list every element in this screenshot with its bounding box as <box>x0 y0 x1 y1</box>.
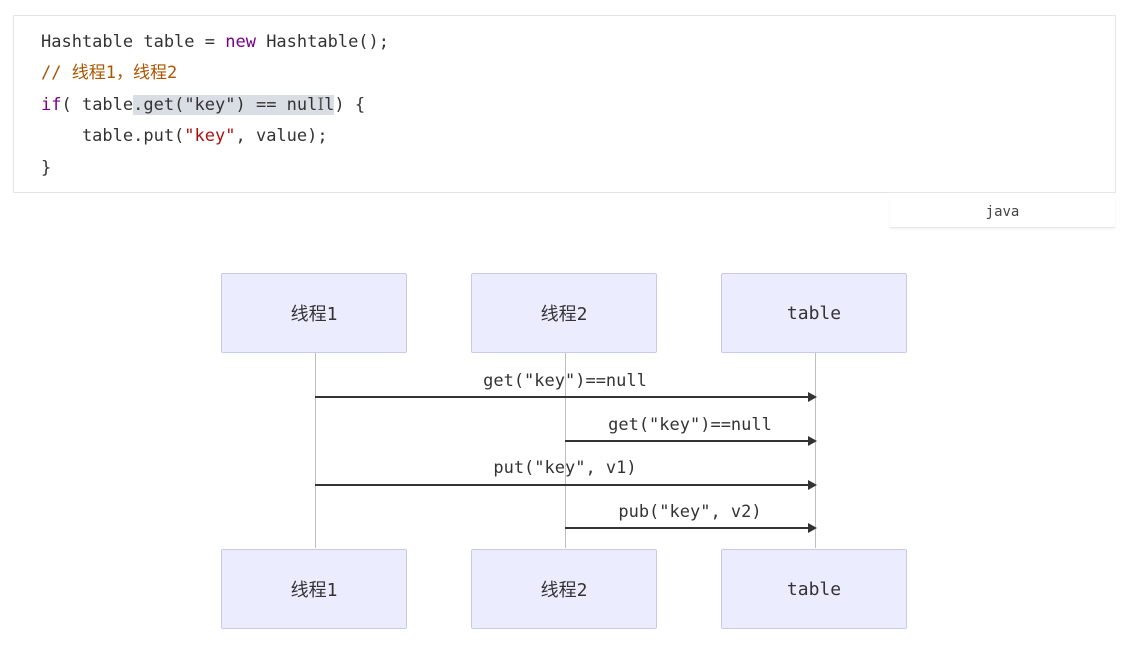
actor-top: 线程1 <box>221 273 407 353</box>
message-label: pub("key", v2) <box>618 502 762 522</box>
message-arrow <box>565 436 817 446</box>
lifeline <box>315 353 316 548</box>
message-arrow <box>565 523 817 533</box>
message-arrow <box>315 392 817 402</box>
message-arrow <box>315 480 817 490</box>
actor-bottom: table <box>721 549 907 629</box>
message-label: put("key", v1) <box>493 458 637 478</box>
message-label: get("key")==null <box>483 371 647 391</box>
actor-bottom: 线程2 <box>471 549 657 629</box>
actor-bottom: 线程1 <box>221 549 407 629</box>
lifeline <box>815 353 816 548</box>
message-label: get("key")==null <box>608 415 772 435</box>
actor-top: table <box>721 273 907 353</box>
actor-top: 线程2 <box>471 273 657 353</box>
sequence-diagram: 线程1 线程2 table get("key")==null get("key"… <box>0 0 1124 661</box>
